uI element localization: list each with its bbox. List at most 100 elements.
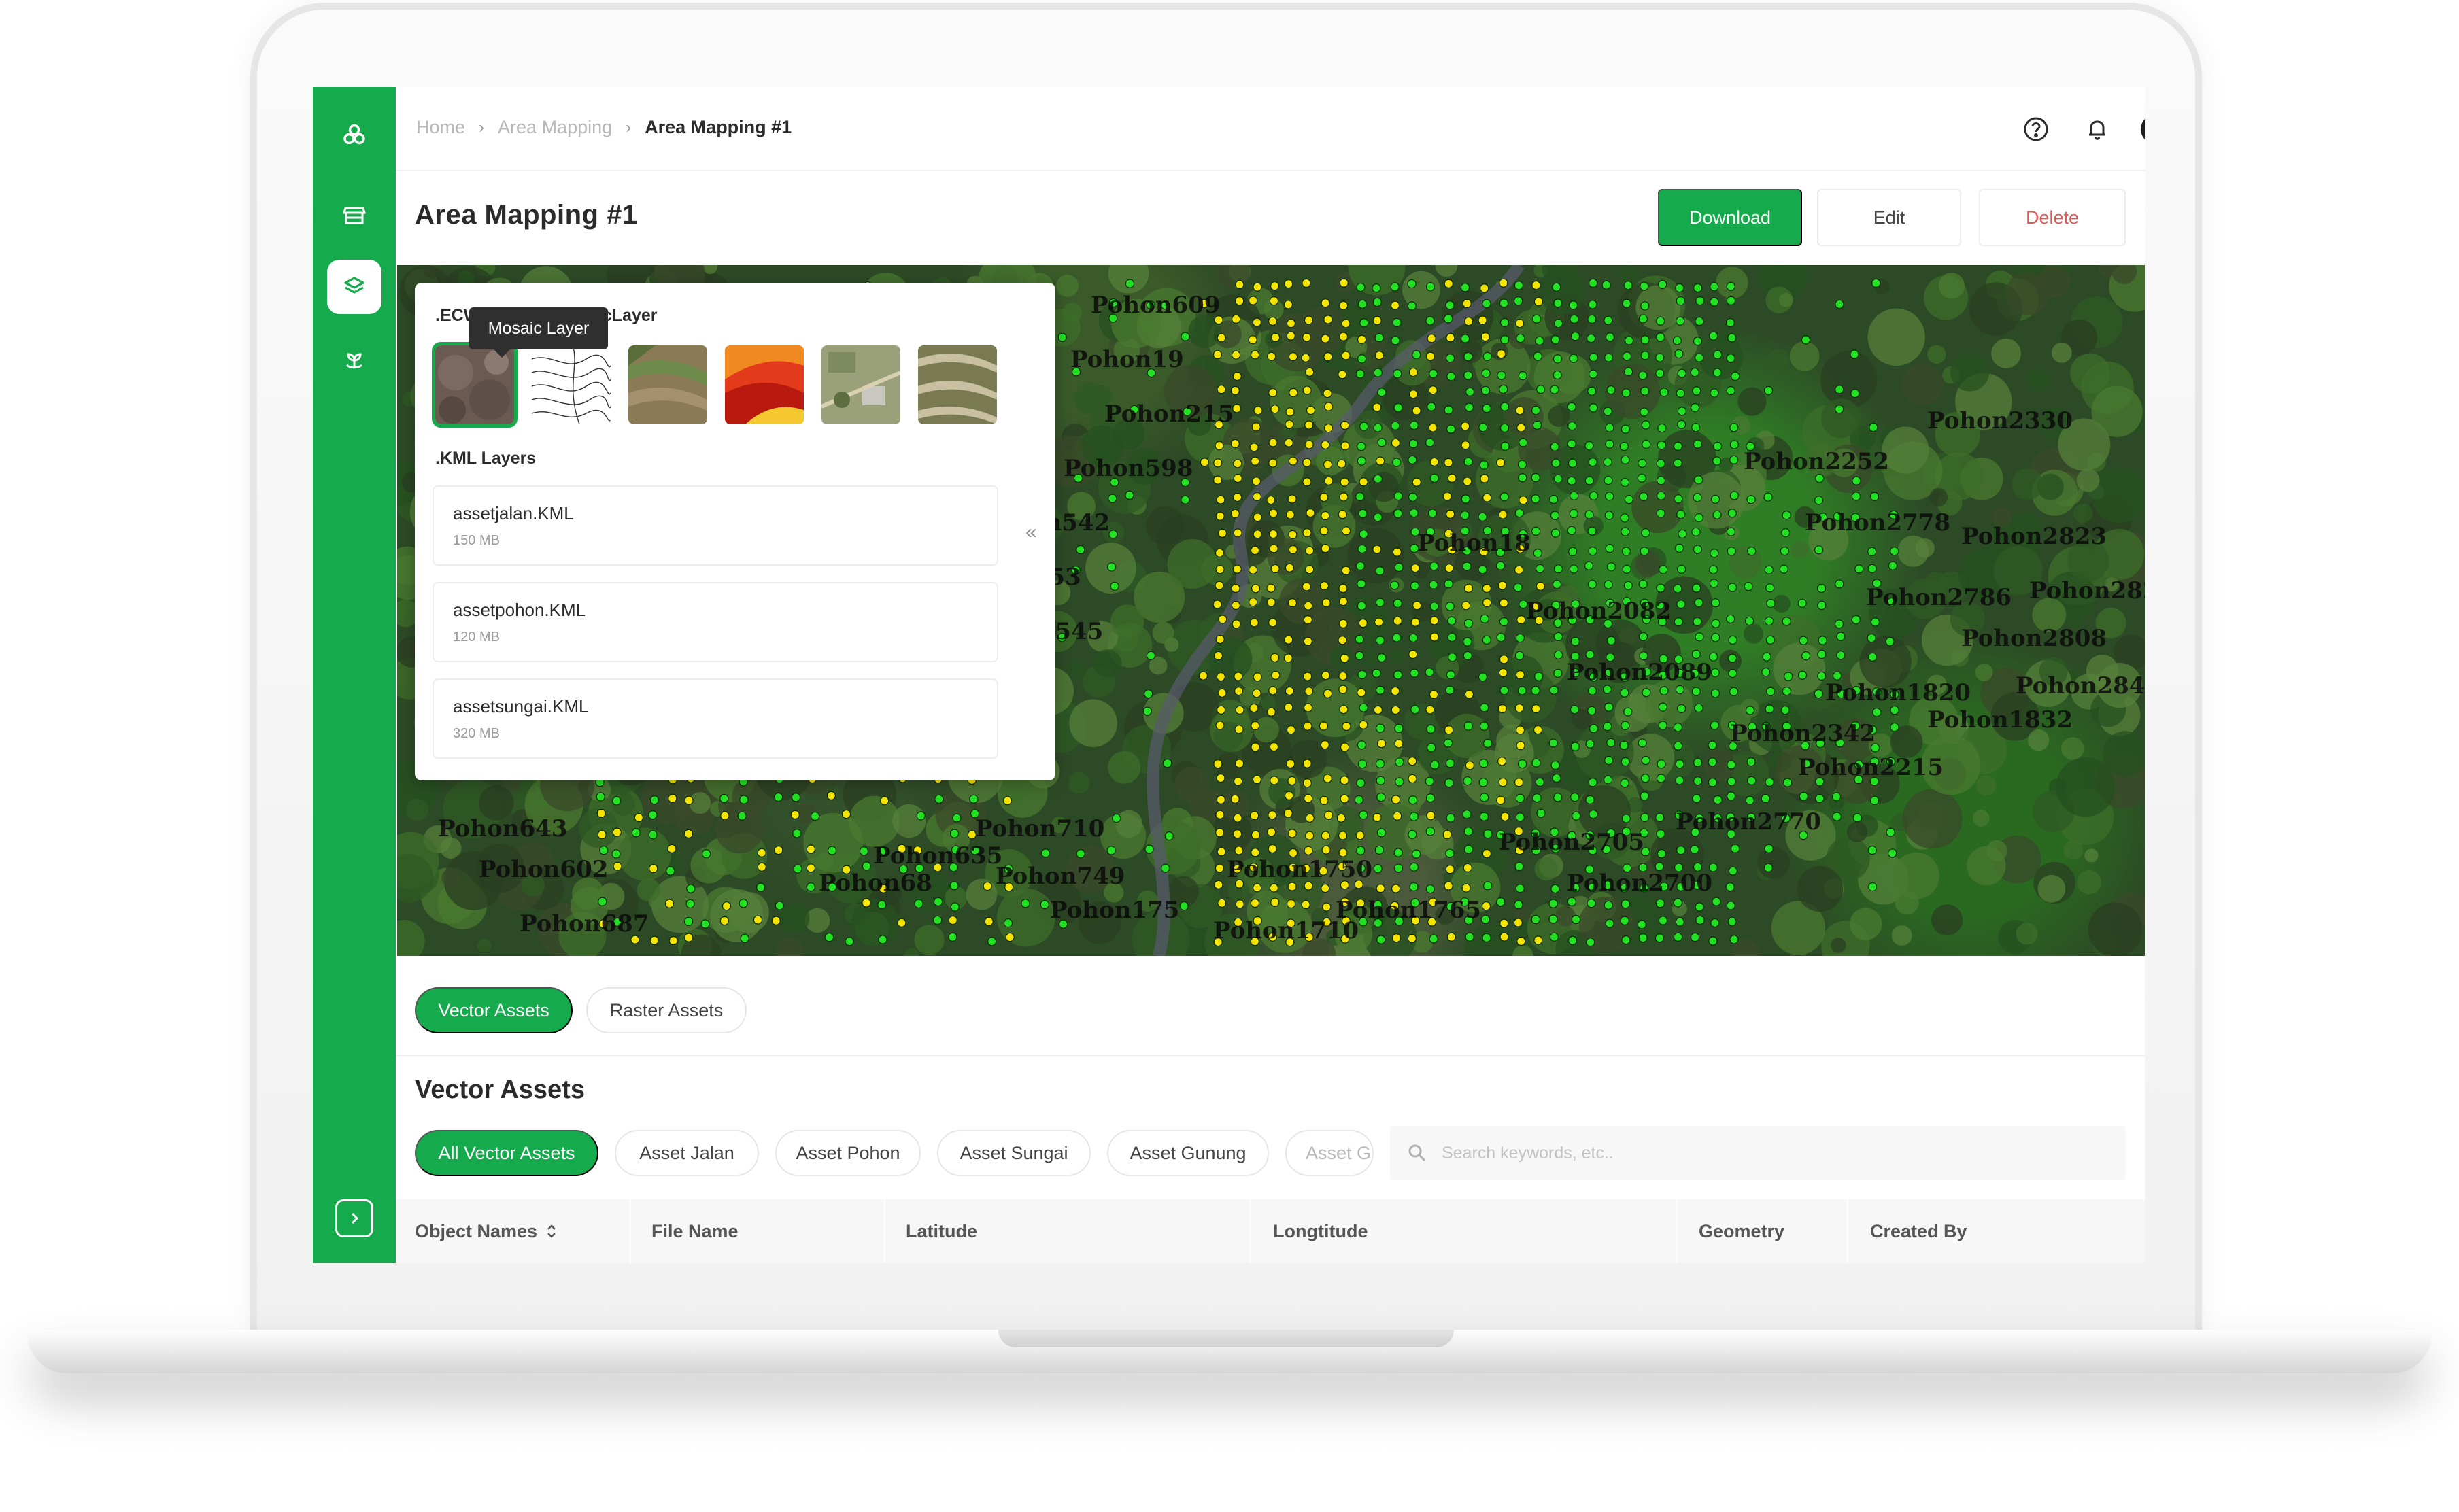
map-tree-label: Pohon749: [996, 863, 1125, 890]
search-box: [1390, 1126, 2126, 1180]
store-icon: [343, 207, 366, 224]
filter-asset-jalan[interactable]: Asset Jalan: [615, 1130, 759, 1176]
column-file-name[interactable]: File Name: [651, 1199, 739, 1263]
delete-button[interactable]: Delete: [1979, 189, 2126, 246]
breadcrumb-area-mapping[interactable]: Area Mapping: [498, 117, 612, 138]
thumb-slope-layer[interactable]: [918, 345, 997, 424]
avatar[interactable]: hey: [2141, 114, 2145, 144]
map-tree-label: Pohon598: [1064, 455, 1193, 482]
filter-asset-sungai[interactable]: Asset Sungai: [937, 1130, 1091, 1176]
map-tree-label: Pohon2700: [1567, 870, 1712, 897]
column-created-by[interactable]: Created By: [1870, 1199, 1967, 1263]
kml-layers-heading: .KML Layers: [435, 449, 537, 468]
column-divider: [1847, 1199, 1848, 1263]
map-tree-label: Pohon2840: [2016, 672, 2145, 700]
filter-all-vector-assets[interactable]: All Vector Assets: [415, 1130, 598, 1176]
edit-button[interactable]: Edit: [1817, 189, 1961, 246]
app-screen: Home › Area Mapping › Area Mapping #1 he…: [313, 87, 2145, 1263]
map-tree-label: Pohon2778: [1805, 509, 1950, 536]
map-tree-label: Pohon609: [1091, 292, 1220, 319]
column-divider: [1250, 1199, 1251, 1263]
kml-file-card[interactable]: assetpohon.KML 120 MB: [433, 582, 998, 662]
breadcrumb-current: Area Mapping #1: [645, 117, 792, 137]
tab-raster-assets[interactable]: Raster Assets: [586, 987, 747, 1033]
map-tree-label: Pohon2770: [1676, 808, 1821, 836]
search-input[interactable]: [1442, 1126, 2095, 1180]
thumb-heatmap-layer[interactable]: [725, 345, 804, 424]
trefoil-logo-icon[interactable]: [327, 107, 381, 162]
filter-asset-pohon[interactable]: Asset Pohon: [775, 1130, 921, 1176]
map-tree-label: Pohon2082: [1526, 598, 1672, 625]
column-latitude[interactable]: Latitude: [906, 1199, 977, 1263]
map-tree-label: Pohon2808: [1961, 625, 2107, 652]
map-tree-label: Pohon19: [1070, 346, 1184, 373]
table-header: Object Names File Name Latitude Longtitu…: [396, 1199, 2145, 1263]
breadcrumb: Home › Area Mapping › Area Mapping #1: [416, 117, 792, 138]
kml-file-name: assetpohon.KML: [453, 600, 586, 620]
map-tree-label: Pohon2786: [1866, 584, 2012, 611]
download-button[interactable]: Download: [1658, 189, 1802, 246]
thumb-contour-layer[interactable]: [532, 345, 611, 424]
sidebar-item-layers[interactable]: [327, 260, 381, 314]
kml-file-name: assetsungai.KML: [453, 696, 589, 717]
sidebar: [313, 87, 396, 1263]
map-tree-label: Pohon18: [1417, 530, 1531, 557]
plant-icon: [345, 353, 363, 369]
map-tree-label: Pohon635: [873, 842, 1002, 870]
map-tree-label: Pohon1832: [1927, 706, 2073, 734]
map-tree-label: Pohon1750: [1227, 856, 1372, 883]
map-tree-label: Pohon2823: [2029, 577, 2145, 604]
column-longtitude[interactable]: Longtitude: [1273, 1199, 1368, 1263]
chevron-right-icon: [351, 1212, 359, 1224]
column-divider: [1676, 1199, 1677, 1263]
map-tree-label: Pohon2252: [1744, 448, 1889, 475]
map-tree-label: Pohon2330: [1927, 407, 2073, 434]
page-title: Area Mapping #1: [415, 200, 638, 230]
sort-icon[interactable]: [544, 1222, 559, 1240]
map-tree-label: Pohon1765: [1336, 897, 1481, 924]
map-tree-label: Pohon687: [520, 910, 649, 938]
column-geometry[interactable]: Geometry: [1699, 1199, 1784, 1263]
collapse-panel-button[interactable]: «: [1025, 521, 1037, 544]
laptop-notch: [998, 1330, 1454, 1347]
thumb-satellite-building-layer[interactable]: [821, 345, 900, 424]
map-tree-label: Pohon2823: [1961, 523, 2107, 550]
breadcrumb-chevron-icon: ›: [626, 118, 632, 137]
mosaic-layer-tooltip: Mosaic Layer: [469, 307, 608, 358]
bell-icon[interactable]: [2082, 114, 2112, 144]
map-tree-label: Pohon2215: [1798, 754, 1944, 781]
map-tree-label: Pohon175: [1050, 897, 1179, 924]
breadcrumb-home[interactable]: Home: [416, 117, 465, 138]
column-divider: [884, 1199, 885, 1263]
kml-file-card[interactable]: assetsungai.KML 320 MB: [433, 678, 998, 759]
layers-icon: [344, 277, 364, 294]
map-tree-label: Pohon68: [819, 870, 932, 897]
column-object-names[interactable]: Object Names: [415, 1199, 559, 1263]
top-header: Home › Area Mapping › Area Mapping #1 he…: [396, 87, 2145, 171]
map-tree-label: Pohon2089: [1567, 659, 1712, 686]
help-circle-icon[interactable]: [2021, 114, 2051, 144]
section-divider: [396, 1055, 2145, 1056]
kml-file-name: assetjalan.KML: [453, 503, 574, 523]
section-title: Vector Assets: [415, 1076, 585, 1104]
thumb-terrain-rows-layer[interactable]: [628, 345, 707, 424]
filter-asset-g[interactable]: Asset G: [1285, 1130, 1374, 1176]
column-label: Object Names: [415, 1220, 538, 1241]
breadcrumb-chevron-icon: ›: [479, 118, 485, 137]
search-icon: [1408, 1144, 1426, 1162]
map-tree-label: Pohon710: [975, 815, 1104, 842]
kml-file-size: 120 MB: [453, 630, 500, 645]
sidebar-item-plant[interactable]: [327, 333, 381, 388]
kml-file-size: 150 MB: [453, 533, 500, 548]
sidebar-expand-button[interactable]: [335, 1199, 373, 1237]
map-tree-label: Pohon2705: [1499, 829, 1644, 856]
kml-file-card[interactable]: assetjalan.KML 150 MB: [433, 485, 998, 566]
filter-asset-gunung[interactable]: Asset Gunung: [1107, 1130, 1269, 1176]
map-tree-label: Pohon2342: [1730, 720, 1876, 747]
sidebar-item-store[interactable]: [327, 188, 381, 242]
tab-vector-assets[interactable]: Vector Assets: [415, 987, 573, 1033]
layer-panel: .ECW Layers - MosaicLayer: [415, 283, 1055, 780]
kml-file-size: 320 MB: [453, 726, 500, 741]
map-tree-label: Pohon215: [1104, 400, 1234, 428]
map-tree-label: Pohon602: [479, 856, 608, 883]
